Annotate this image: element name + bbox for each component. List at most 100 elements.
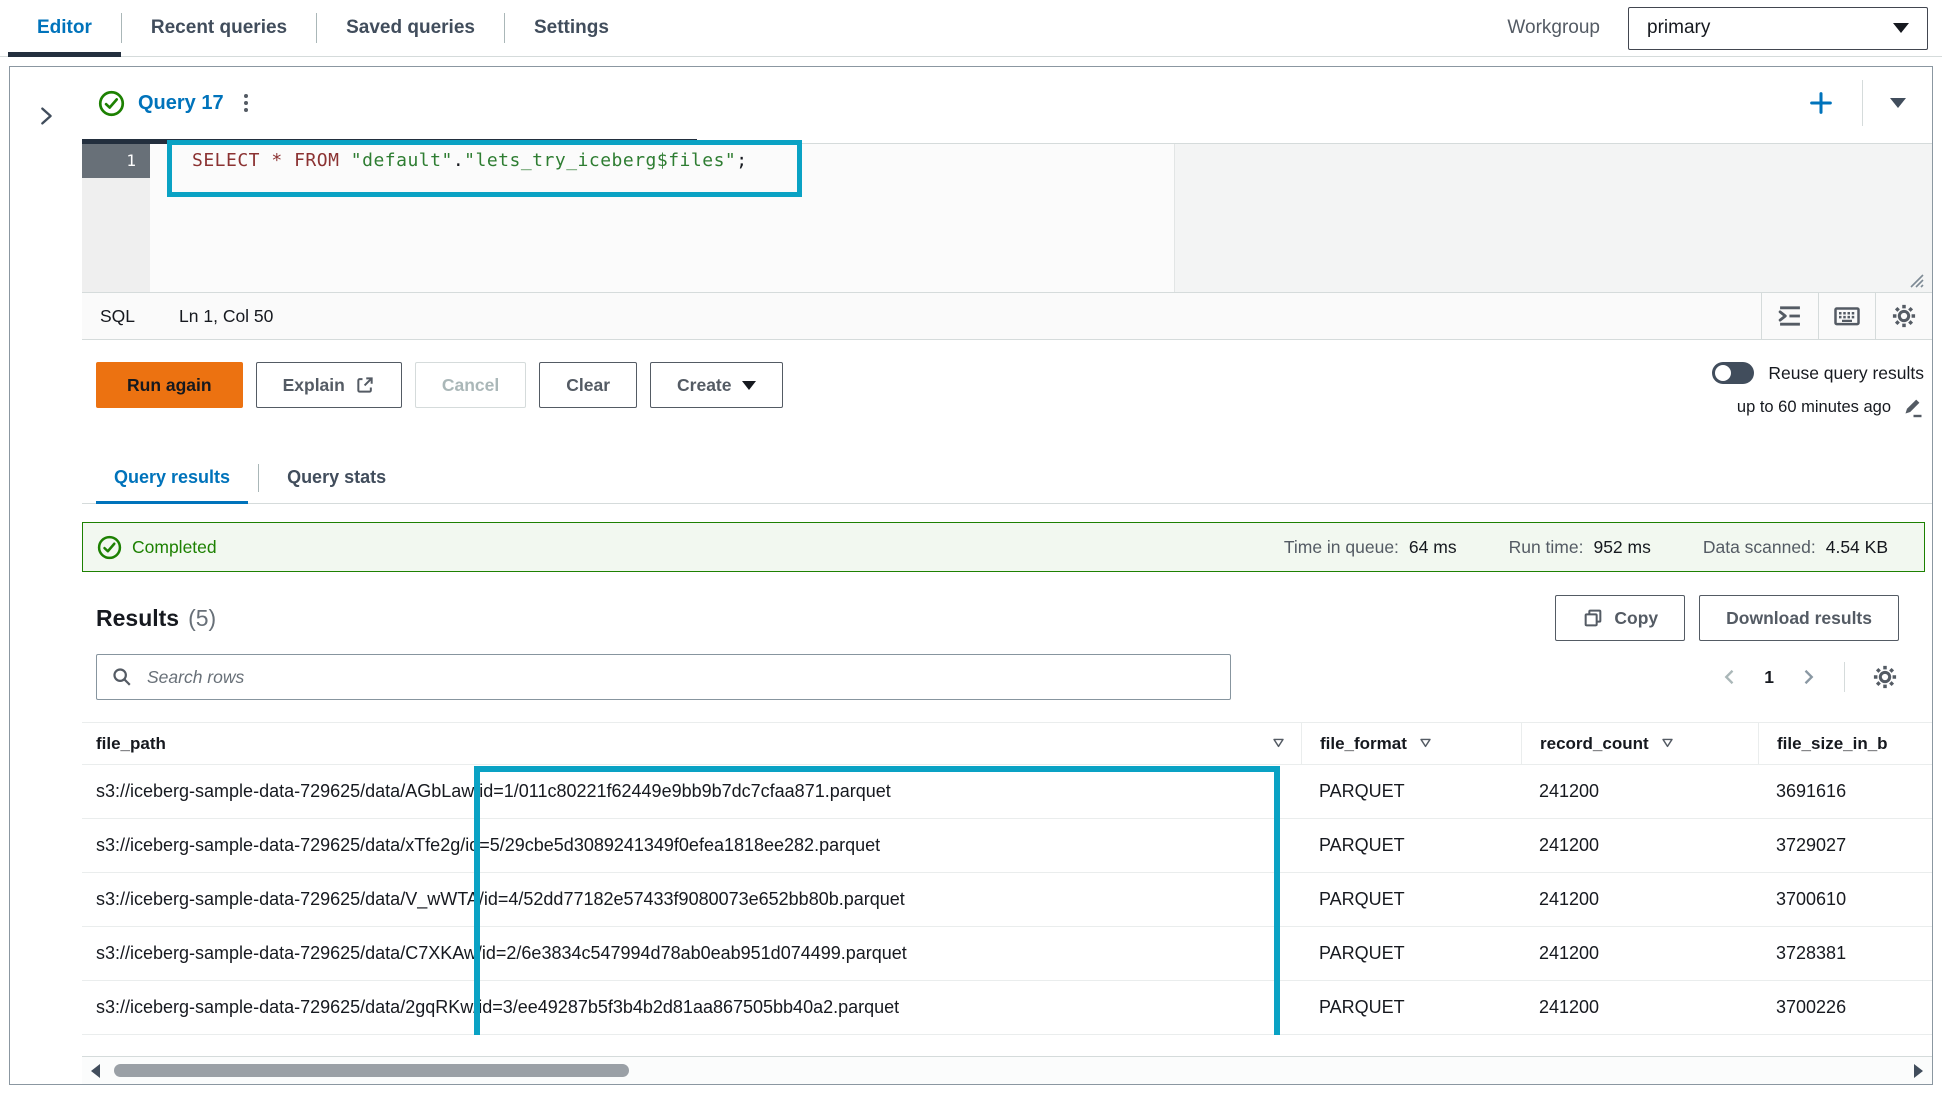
- table-header-row: file_pathfile_formatrecord_countfile_siz…: [82, 723, 1932, 765]
- expand-sidebar-icon[interactable]: [35, 105, 57, 127]
- query-success-icon: [98, 90, 125, 117]
- search-rows-input[interactable]: [145, 666, 1216, 689]
- sql-token: [339, 150, 350, 171]
- scrollbar-thumb[interactable]: [114, 1064, 629, 1077]
- edit-pencil-icon[interactable]: [1900, 395, 1924, 419]
- cell-file-size-in-b: 3700610: [1758, 889, 1932, 910]
- sort-filter-icon[interactable]: [1419, 737, 1432, 750]
- completed-check-icon: [97, 535, 122, 560]
- topnav-tab-saved-queries[interactable]: Saved queries: [317, 0, 504, 56]
- download-results-button[interactable]: Download results: [1699, 595, 1899, 641]
- metric: Time in queue:64 ms: [1284, 537, 1457, 558]
- gear-icon: [1890, 302, 1918, 330]
- explain-button[interactable]: Explain: [256, 362, 402, 408]
- editor-settings-button[interactable]: [1875, 293, 1932, 339]
- sql-token: SELECT: [192, 150, 260, 171]
- keyboard-shortcuts-button[interactable]: [1818, 293, 1875, 339]
- cell-file-format: PARQUET: [1301, 997, 1521, 1018]
- horizontal-scrollbar[interactable]: [82, 1056, 1932, 1084]
- topnav-tab-settings[interactable]: Settings: [505, 0, 638, 56]
- next-page-icon[interactable]: [1798, 667, 1818, 687]
- sql-editor: 1 SELECT * FROM "default"."lets_try_iceb…: [82, 144, 1932, 292]
- cursor-position: Ln 1, Col 50: [179, 306, 273, 327]
- table-row: s3://iceberg-sample-data-729625/data/2gq…: [82, 981, 1932, 1035]
- cell-record-count: 241200: [1521, 997, 1758, 1018]
- reuse-results-label: Reuse query results: [1768, 363, 1924, 384]
- table-row: s3://iceberg-sample-data-729625/data/xTf…: [82, 819, 1932, 873]
- tab-query-results[interactable]: Query results: [96, 452, 248, 503]
- results-table: file_pathfile_formatrecord_countfile_siz…: [82, 722, 1932, 1035]
- run-again-label: Run again: [127, 375, 212, 396]
- table-row: s3://iceberg-sample-data-729625/data/C7X…: [82, 927, 1932, 981]
- sql-token: .: [453, 150, 464, 171]
- cell-file-format: PARQUET: [1301, 781, 1521, 802]
- metric: Data scanned:4.54 KB: [1703, 537, 1888, 558]
- current-page: 1: [1764, 667, 1774, 688]
- editor-tools: [1761, 293, 1932, 339]
- previous-page-icon[interactable]: [1720, 667, 1740, 687]
- query-actions: Run again Explain Cancel Clear Create: [82, 340, 1932, 436]
- tab-list-dropdown-icon[interactable]: [1890, 98, 1906, 108]
- keyboard-icon: [1832, 301, 1862, 331]
- clear-button[interactable]: Clear: [539, 362, 637, 408]
- cell-record-count: 241200: [1521, 781, 1758, 802]
- query-tab-title[interactable]: Query 17: [138, 92, 224, 115]
- scroll-right-icon[interactable]: [1914, 1064, 1923, 1078]
- search-box: [96, 654, 1231, 700]
- chevron-down-icon: [742, 381, 756, 390]
- chevron-down-icon: [1893, 23, 1909, 33]
- run-again-button[interactable]: Run again: [96, 362, 243, 408]
- format-query-button[interactable]: [1761, 293, 1818, 339]
- clear-label: Clear: [566, 375, 610, 396]
- metric: Run time:952 ms: [1509, 537, 1651, 558]
- workgroup-select[interactable]: primary: [1628, 7, 1928, 50]
- cell-record-count: 241200: [1521, 889, 1758, 910]
- run-metrics: Time in queue:64 ms Run time:952 ms Data s…: [1284, 537, 1888, 558]
- topnav-tab-recent-queries[interactable]: Recent queries: [122, 0, 316, 56]
- tab-query-stats[interactable]: Query stats: [269, 452, 404, 503]
- query-tab-menu-icon[interactable]: [237, 90, 255, 116]
- column-header-file-size-in-b[interactable]: file_size_in_b: [1758, 723, 1932, 764]
- left-rail: [10, 67, 82, 1084]
- reuse-results-block: Reuse query results up to 60 minutes ago: [1712, 362, 1926, 419]
- results-header: Results (5) Copy Download results: [82, 594, 1932, 642]
- results-toolbar: 1: [82, 654, 1932, 700]
- resize-handle-icon[interactable]: [1906, 270, 1924, 288]
- result-tabs: Query results Query stats: [82, 452, 1932, 504]
- copy-label: Copy: [1614, 608, 1658, 629]
- topnav-tab-editor[interactable]: Editor: [8, 0, 121, 56]
- column-header-file-format[interactable]: file_format: [1301, 723, 1521, 764]
- sql-token: *: [271, 150, 282, 171]
- cell-file-format: PARQUET: [1301, 889, 1521, 910]
- sql-token: FROM: [294, 150, 339, 171]
- format-icon: [1776, 302, 1804, 330]
- add-query-tab-icon[interactable]: [1807, 89, 1835, 117]
- reuse-duration-text: up to 60 minutes ago: [1737, 398, 1891, 417]
- copy-button[interactable]: Copy: [1555, 595, 1685, 641]
- sort-filter-icon[interactable]: [1272, 737, 1285, 750]
- cell-file-format: PARQUET: [1301, 943, 1521, 964]
- external-link-icon: [355, 375, 375, 395]
- table-preferences-gear-icon[interactable]: [1871, 663, 1899, 691]
- workgroup-label: Workgroup: [1507, 17, 1600, 39]
- create-button[interactable]: Create: [650, 362, 782, 408]
- cell-file-path: s3://iceberg-sample-data-729625/data/C7X…: [82, 943, 1301, 964]
- workgroup-value: primary: [1647, 17, 1710, 39]
- results-title: Results: [96, 605, 179, 632]
- editor-right-pane: [1174, 144, 1932, 292]
- query-status: Completed: [97, 535, 217, 560]
- editor-panel: Query 17 1 SELECT * FROM "default: [9, 66, 1933, 1085]
- results-count: (5): [188, 605, 216, 632]
- column-header-record-count[interactable]: record_count: [1521, 723, 1758, 764]
- sort-filter-icon[interactable]: [1661, 737, 1674, 750]
- scroll-left-icon[interactable]: [91, 1064, 100, 1078]
- cell-record-count: 241200: [1521, 835, 1758, 856]
- metric-value: 4.54 KB: [1826, 537, 1888, 558]
- column-header-file-path[interactable]: file_path: [82, 723, 1301, 764]
- sql-status-bar: SQL Ln 1, Col 50: [82, 292, 1932, 340]
- cell-file-path: s3://iceberg-sample-data-729625/data/2gq…: [82, 997, 1301, 1018]
- reuse-results-toggle[interactable]: [1712, 362, 1754, 384]
- metric-value: 952 ms: [1593, 537, 1650, 558]
- explain-label: Explain: [283, 375, 345, 396]
- sql-token: [283, 150, 294, 171]
